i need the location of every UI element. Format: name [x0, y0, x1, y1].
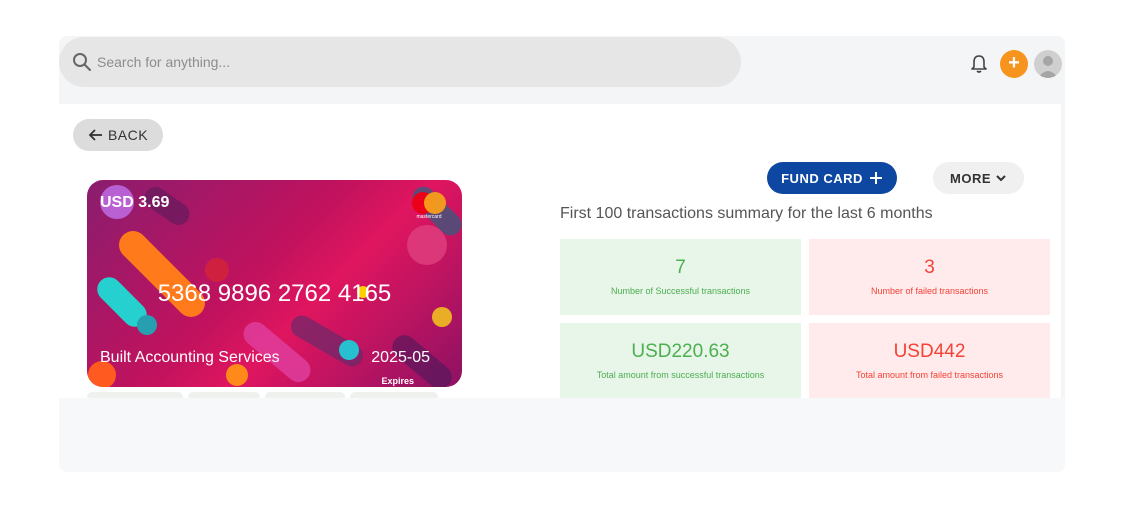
stat-value: USD442 — [893, 341, 966, 362]
back-label: BACK — [107, 127, 149, 143]
avatar-icon — [1038, 56, 1058, 78]
card-holder-name: Built Accounting Services — [100, 349, 280, 366]
stat-label: Number of Successful transactions — [610, 286, 751, 296]
search-bar[interactable]: Search for anything... — [59, 37, 741, 87]
arrow-left-icon — [88, 129, 102, 141]
more-label: MORE — [950, 170, 991, 186]
add-button[interactable]: + — [1000, 50, 1028, 78]
search-icon — [73, 53, 91, 71]
stat-value: 3 — [924, 257, 935, 278]
footer-area — [59, 398, 1065, 472]
mastercard-logo: mastercard — [412, 192, 446, 220]
back-button[interactable]: BACK — [73, 119, 163, 151]
card-expiry-label: Expires — [381, 376, 414, 386]
svg-text:mastercard: mastercard — [416, 214, 441, 220]
summary-title: First 100 transactions summary for the l… — [560, 205, 933, 222]
stat-tile-failed-amount: USD442 Total amount from failed transact… — [809, 323, 1050, 399]
stat-value: USD220.63 — [631, 341, 730, 362]
top-bar: Search for anything... + — [59, 36, 1065, 104]
avatar[interactable] — [1034, 50, 1062, 78]
virtual-card: mastercard USD 3.69 5368 9896 2762 4165 … — [87, 180, 462, 387]
search-input[interactable]: Search for anything... — [97, 54, 230, 70]
bell-icon[interactable] — [968, 53, 990, 75]
stat-tile-successful-count: 7 Number of Successful transactions — [560, 239, 801, 315]
chevron-down-icon — [996, 175, 1006, 182]
main-content: BACK mastercard USD 3.69 5368 9896 2762 … — [59, 104, 1061, 402]
plus-icon — [869, 172, 882, 184]
stat-label: Total amount from successful transaction… — [596, 370, 765, 380]
fund-card-label: FUND CARD — [781, 170, 863, 186]
more-button[interactable]: MORE — [933, 162, 1024, 194]
stat-tile-successful-amount: USD220.63 Total amount from successful t… — [560, 323, 801, 399]
card-expiry: 2025-05 — [371, 349, 430, 366]
stat-tile-failed-count: 3 Number of failed transactions — [809, 239, 1050, 315]
app-window: Search for anything... + BACK mastercard… — [59, 36, 1065, 472]
stat-value: 7 — [675, 257, 686, 278]
card-number: 5368 9896 2762 4165 — [157, 280, 392, 307]
fund-card-button[interactable]: FUND CARD — [767, 162, 897, 194]
card-balance: USD 3.69 — [100, 194, 170, 211]
stat-label: Number of failed transactions — [870, 286, 989, 296]
stat-label: Total amount from failed transactions — [855, 370, 1004, 380]
